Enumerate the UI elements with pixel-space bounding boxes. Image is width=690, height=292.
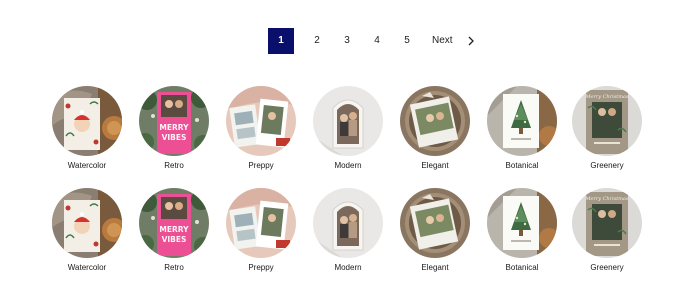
elegant-thumbnail xyxy=(400,86,470,156)
style-label: Elegant xyxy=(421,263,449,272)
style-row: Watercolor MERRY VIBES Retro Preppy Mode… xyxy=(0,188,690,278)
style-retro[interactable]: MERRY VIBES Retro xyxy=(137,188,211,272)
style-label: Watercolor xyxy=(67,161,107,170)
style-row: Watercolor MERRY VIBES Retro Preppy Mode… xyxy=(0,86,690,176)
style-greenery[interactable]: Merry Christmas Greenery xyxy=(570,86,644,170)
style-label: Preppy xyxy=(248,263,274,272)
style-label: Botanical xyxy=(505,161,539,170)
svg-text:MERRY: MERRY xyxy=(159,123,189,132)
greenery-thumbnail: Merry Christmas xyxy=(572,188,642,258)
style-watercolor[interactable]: Watercolor xyxy=(50,188,124,272)
style-label: Elegant xyxy=(421,161,449,170)
style-botanical[interactable]: Botanical xyxy=(485,86,559,170)
style-label: Preppy xyxy=(248,161,274,170)
style-modern[interactable]: Modern xyxy=(311,86,385,170)
next-page-button[interactable]: Next xyxy=(432,28,475,54)
next-page-label: Next xyxy=(432,35,453,46)
svg-text:MERRY: MERRY xyxy=(159,225,189,234)
page-2-button[interactable]: 2 xyxy=(304,28,330,54)
style-botanical[interactable]: Botanical xyxy=(485,188,559,272)
style-label: Watercolor xyxy=(67,263,107,272)
style-label: Greenery xyxy=(590,263,624,272)
svg-text:Merry Christmas: Merry Christmas xyxy=(584,196,629,202)
style-greenery[interactable]: Merry Christmas Greenery xyxy=(570,188,644,272)
style-label: Modern xyxy=(334,161,362,170)
style-modern[interactable]: Modern xyxy=(311,188,385,272)
style-preppy[interactable]: Preppy xyxy=(224,188,298,272)
style-elegant[interactable]: Elegant xyxy=(398,86,472,170)
botanical-thumbnail xyxy=(487,188,557,258)
retro-thumbnail: MERRY VIBES xyxy=(139,188,209,258)
elegant-thumbnail xyxy=(400,188,470,258)
style-watercolor[interactable]: Watercolor xyxy=(50,86,124,170)
preppy-thumbnail xyxy=(226,188,296,258)
svg-text:VIBES: VIBES xyxy=(162,133,187,142)
style-label: Retro xyxy=(164,161,184,170)
pagination: 1 2 3 4 5 Next xyxy=(0,28,690,54)
style-label: Retro xyxy=(164,263,184,272)
retro-thumbnail: MERRY VIBES xyxy=(139,86,209,156)
page-1-button[interactable]: 1 xyxy=(268,28,294,54)
watercolor-thumbnail xyxy=(52,86,122,156)
modern-thumbnail xyxy=(313,188,383,258)
preppy-thumbnail xyxy=(226,86,296,156)
style-label: Modern xyxy=(334,263,362,272)
botanical-thumbnail xyxy=(487,86,557,156)
chevron-right-icon xyxy=(468,36,474,46)
style-preppy[interactable]: Preppy xyxy=(224,86,298,170)
page-3-button[interactable]: 3 xyxy=(334,28,360,54)
watercolor-thumbnail xyxy=(52,188,122,258)
modern-thumbnail xyxy=(313,86,383,156)
greenery-thumbnail: Merry Christmas xyxy=(572,86,642,156)
svg-text:VIBES: VIBES xyxy=(162,235,187,244)
svg-text:Merry Christmas: Merry Christmas xyxy=(584,94,629,100)
style-retro[interactable]: MERRY VIBES Retro xyxy=(137,86,211,170)
page-4-button[interactable]: 4 xyxy=(364,28,390,54)
page-5-button[interactable]: 5 xyxy=(394,28,420,54)
style-label: Botanical xyxy=(505,263,539,272)
style-label: Greenery xyxy=(590,161,624,170)
style-elegant[interactable]: Elegant xyxy=(398,188,472,272)
